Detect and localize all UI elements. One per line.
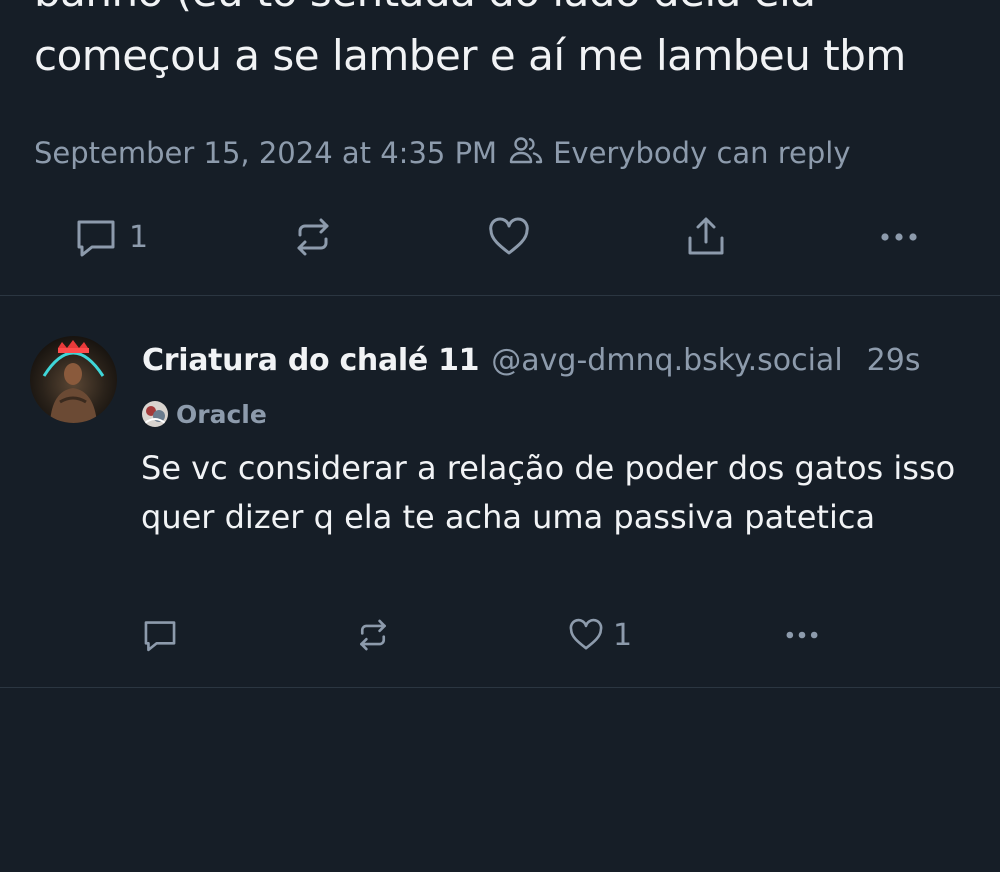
reply-setting-label: Everybody can reply [553,136,851,170]
repost-arrows-icon [290,214,336,260]
reply-button[interactable] [141,612,179,658]
speech-bubble-icon [73,214,119,260]
repost-arrows-icon [354,616,392,654]
speech-bubble-icon [141,616,179,654]
post-text: banho (eu tô sentada do lado dela ela co… [34,0,984,88]
heart-icon [486,214,532,260]
more-options-button[interactable] [782,612,822,658]
reply-header: Criatura do chalé 11 @avg-dmnq.bsky.soci… [142,336,992,384]
post-timestamp: September 15, 2024 at 4:35 PM [34,136,498,170]
divider [0,295,1000,296]
more-options-button[interactable] [876,210,922,264]
more-dots-icon [876,214,922,260]
share-button[interactable] [683,210,729,264]
post-action-bar: 1 [0,210,1000,264]
labeler-badge[interactable]: Oracle [142,396,267,432]
heart-icon [567,616,605,654]
like-count: 1 [613,617,633,653]
labeler-avatar [142,401,168,427]
like-button[interactable]: 1 [567,612,632,658]
reply-time[interactable]: 29s [867,343,921,378]
share-upload-icon [683,214,729,260]
divider [0,687,1000,688]
post-text-line: banho (eu tô sentada do lado dela ela [34,0,984,24]
repost-button[interactable] [290,210,336,264]
reply-text: Se vc considerar a relação de poder dos … [141,449,956,536]
reply-action-bar: 1 [0,612,1000,658]
repost-button[interactable] [354,612,392,658]
reply-button[interactable]: 1 [73,210,148,264]
author-display-name[interactable]: Criatura do chalé 11 [142,343,480,378]
avatar[interactable] [30,336,117,423]
author-handle[interactable]: @avg-dmnq.bsky.social [491,343,842,378]
reply-setting[interactable]: Everybody can reply [509,135,851,172]
reply-count: 1 [129,219,149,255]
more-dots-icon [782,615,822,655]
post-text-line: começou a se lamber e aí me lambeu tbm [34,31,906,80]
labeler-name: Oracle [176,399,267,429]
like-button[interactable] [486,210,532,264]
people-icon [509,135,553,172]
post-meta: September 15, 2024 at 4:35 PM Everybody … [34,133,851,173]
